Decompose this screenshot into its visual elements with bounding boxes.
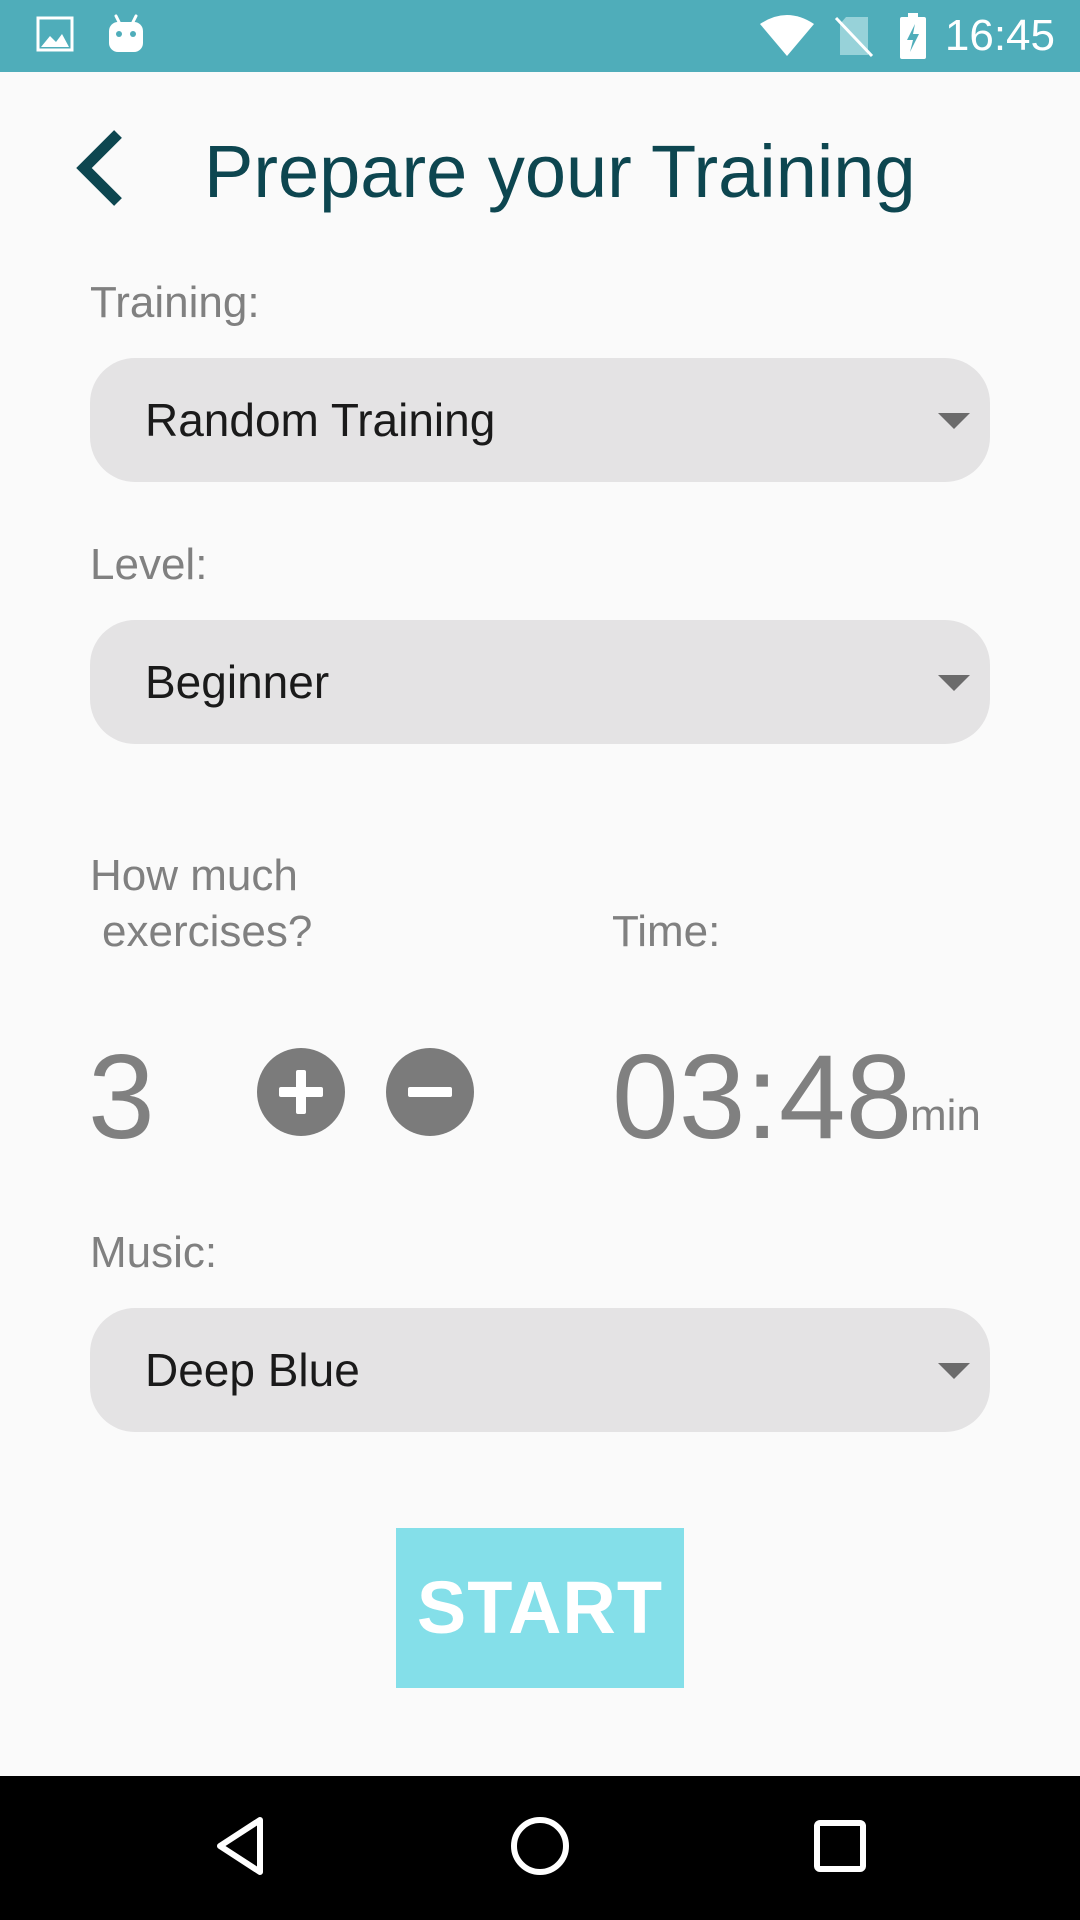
nav-back-button[interactable] [190, 1798, 290, 1898]
training-label: Training: [90, 278, 260, 327]
music-label: Music: [90, 1228, 218, 1277]
chevron-left-icon [70, 126, 130, 215]
start-button[interactable]: START [396, 1528, 684, 1688]
status-bar: 16:45 [0, 0, 1080, 72]
level-dropdown-value: Beginner [145, 656, 330, 708]
training-dropdown[interactable]: Random Training [90, 358, 990, 482]
navigation-bar [0, 1776, 1080, 1920]
no-sim-icon [834, 14, 874, 63]
level-dropdown[interactable]: Beginner [90, 620, 990, 744]
exercise-count: 3 [88, 1030, 155, 1164]
back-button[interactable] [60, 120, 140, 220]
page-title: Prepare your Training [204, 130, 916, 213]
exercises-label-line2: exercises? [102, 907, 313, 956]
increment-button[interactable] [257, 1048, 345, 1136]
battery-charging-icon [898, 12, 928, 65]
wifi-icon [758, 14, 816, 63]
time-unit: min [910, 1091, 981, 1140]
caret-down-icon [938, 675, 970, 691]
nav-recents-button[interactable] [790, 1798, 890, 1898]
decrement-button[interactable] [386, 1048, 474, 1136]
time-label: Time: [612, 907, 721, 956]
image-icon [36, 14, 74, 59]
music-dropdown[interactable]: Deep Blue [90, 1308, 990, 1432]
android-icon [106, 12, 146, 61]
caret-down-icon [938, 413, 970, 429]
training-dropdown-value: Random Training [145, 394, 496, 446]
nav-home-button[interactable] [490, 1798, 590, 1898]
recents-square-icon [810, 1816, 870, 1881]
level-label: Level: [90, 540, 208, 589]
caret-down-icon [938, 1363, 970, 1379]
status-time: 16:45 [944, 11, 1055, 60]
home-circle-icon [508, 1814, 572, 1883]
exercises-label-line1: How much [90, 851, 298, 900]
time-value: 03:48 [612, 1030, 913, 1164]
music-dropdown-value: Deep Blue [145, 1344, 360, 1396]
back-triangle-icon [210, 1814, 270, 1883]
exercises-label: How much exercises? [90, 848, 420, 960]
